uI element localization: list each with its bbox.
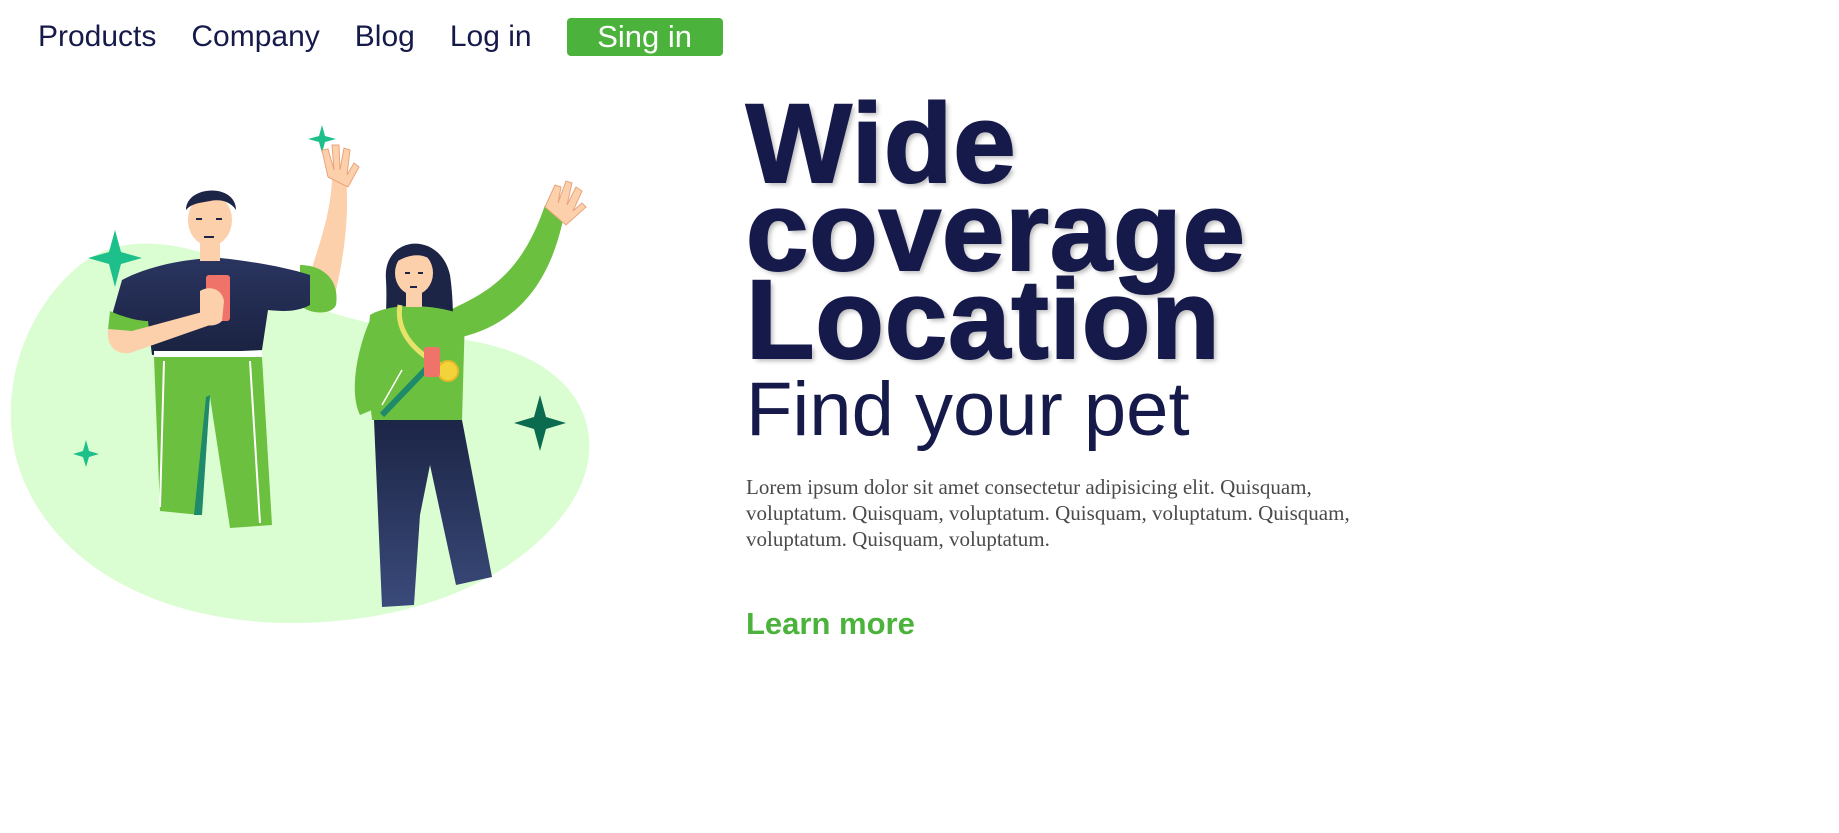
two-people-waving-illustration xyxy=(10,125,590,624)
hero-section: Wide coverage Location Find your pet Lor… xyxy=(745,87,1446,642)
hero-subheadline: Find your pet xyxy=(746,367,1190,452)
nav-link-company[interactable]: Company xyxy=(191,17,319,57)
nav-link-products[interactable]: Products xyxy=(38,17,156,57)
nav-link-login[interactable]: Log in xyxy=(450,17,532,57)
hero-headline: Wide coverage Location xyxy=(745,87,1446,382)
sparkle-icon xyxy=(308,125,336,153)
hero-body-text: Lorem ipsum dolor sit amet consectetur a… xyxy=(746,475,1350,551)
headline-line: Location xyxy=(745,257,1221,382)
learn-more-link[interactable]: Learn more xyxy=(746,606,915,642)
top-nav: Products Company Blog Log in Sing in xyxy=(38,17,723,57)
sign-in-button[interactable]: Sing in xyxy=(566,18,723,56)
nav-link-blog[interactable]: Blog xyxy=(355,17,415,57)
